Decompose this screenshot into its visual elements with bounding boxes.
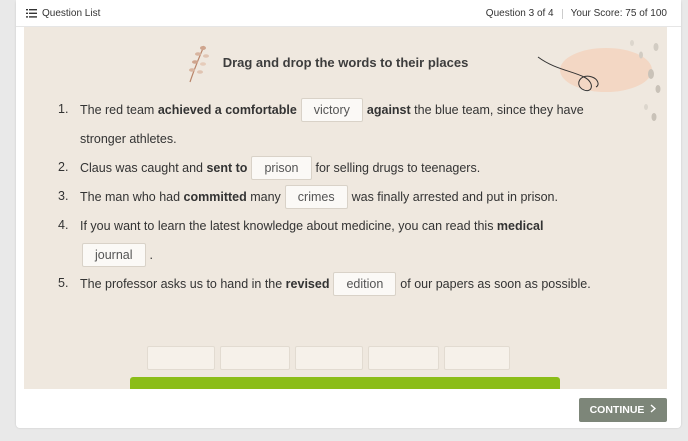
answer-slot[interactable]: victory <box>300 97 363 122</box>
item-number: 2. <box>58 160 69 174</box>
bold-text: committed <box>183 189 247 204</box>
list-item: 3. The man who had committed many crimes… <box>58 182 658 211</box>
continue-button[interactable]: CONTINUE <box>579 398 667 422</box>
bold-text: against <box>366 102 411 117</box>
sentence-text: was finally arrested and put in prison. <box>351 189 558 204</box>
question-info: Question 3 of 4 Your Score: 75 of 100 <box>486 8 667 19</box>
sentence-text: stronger athletes. <box>80 131 177 146</box>
chevron-right-icon <box>650 404 657 416</box>
bold-text: sent to <box>206 160 248 175</box>
sentence-text: The red team <box>80 102 158 117</box>
item-number: 3. <box>58 189 69 203</box>
word-bank-slot[interactable] <box>220 346 290 370</box>
footer: CONTINUE <box>16 389 681 428</box>
sentence-text: the blue team, since they have <box>410 102 584 117</box>
sentence-text: of our papers as soon as possible. <box>400 276 591 291</box>
top-bar: Question List Question 3 of 4 Your Score… <box>16 0 681 27</box>
word-bank-slot[interactable] <box>295 346 363 370</box>
sentence-text: many <box>246 189 281 204</box>
list-icon <box>26 9 37 18</box>
instruction-title: Drag and drop the words to their places <box>222 55 469 70</box>
answer-slot[interactable]: edition <box>333 271 397 296</box>
question-list-button[interactable]: Question List <box>26 8 100 19</box>
divider <box>561 8 563 19</box>
answer-slot[interactable]: prison <box>251 155 312 180</box>
sentence-text: Claus was caught and <box>80 160 207 175</box>
list-item: 5. The professor asks us to hand in the … <box>58 269 658 298</box>
score-text: Your Score: 75 of 100 <box>570 8 667 19</box>
feedback-bar <box>130 377 560 389</box>
question-list-label: Question List <box>42 8 101 19</box>
list-item: 1. The red team achieved a comfortable v… <box>58 95 658 153</box>
sentence-list: 1. The red team achieved a comfortable v… <box>58 95 658 298</box>
sentence-text: . <box>149 247 154 262</box>
item-number: 5. <box>58 276 69 290</box>
list-item: 2. Claus was caught and sent to prison f… <box>58 153 658 182</box>
sentence-text: If you want to learn the latest knowledg… <box>80 218 497 233</box>
answer-slot[interactable]: journal <box>82 242 146 267</box>
word-bank-slot[interactable] <box>444 346 510 370</box>
word-bank-slot[interactable] <box>368 346 439 370</box>
item-number: 1. <box>58 102 69 116</box>
sentence-text: The professor asks us to hand in the <box>80 276 286 291</box>
bold-text: achieved a comfortable <box>157 102 297 117</box>
quiz-window: Question List Question 3 of 4 Your Score… <box>16 0 681 428</box>
list-item: 4. If you want to learn the latest knowl… <box>58 211 658 269</box>
question-progress: Question 3 of 4 <box>485 8 554 19</box>
answer-slot[interactable]: crimes <box>284 184 348 209</box>
sentence-text: for selling drugs to teenagers. <box>315 160 481 175</box>
item-number: 4. <box>58 218 69 232</box>
bold-text: medical <box>496 218 544 233</box>
word-bank-slot[interactable] <box>147 346 215 370</box>
exercise-stage: Drag and drop the words to their places … <box>24 27 667 389</box>
sentence-text: The man who had <box>80 189 184 204</box>
continue-label: CONTINUE <box>589 404 645 416</box>
bold-text: revised <box>285 276 330 291</box>
word-bank <box>147 346 510 370</box>
